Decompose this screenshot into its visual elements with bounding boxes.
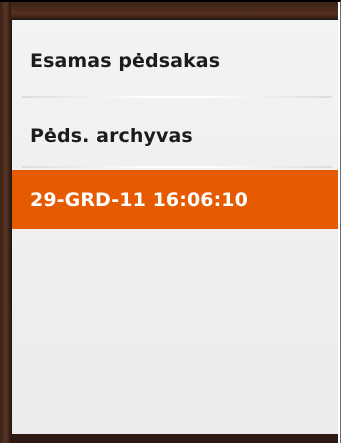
device-bezel-bottom xyxy=(11,434,338,443)
menu-item-label: 29-GRD-11 16:06:10 xyxy=(30,188,248,211)
menu-item-label: Esamas pėdsakas xyxy=(30,49,221,72)
menu-item-track-archive[interactable]: Pėds. archyvas xyxy=(12,107,338,164)
menu-item-saved-track-selected[interactable]: 29-GRD-11 16:06:10 xyxy=(12,170,338,229)
device-bezel-left xyxy=(0,2,11,443)
menu-item-current-track[interactable]: Esamas pėdsakas xyxy=(12,32,338,89)
menu-divider xyxy=(22,166,332,168)
menu-item-label: Pėds. archyvas xyxy=(30,124,193,147)
track-menu-screen: Esamas pėdsakas Pėds. archyvas 29-GRD-11… xyxy=(11,19,338,434)
menu-divider xyxy=(22,96,332,98)
device-frame: Esamas pėdsakas Pėds. archyvas 29-GRD-11… xyxy=(0,0,341,443)
device-bezel-top xyxy=(0,2,338,19)
